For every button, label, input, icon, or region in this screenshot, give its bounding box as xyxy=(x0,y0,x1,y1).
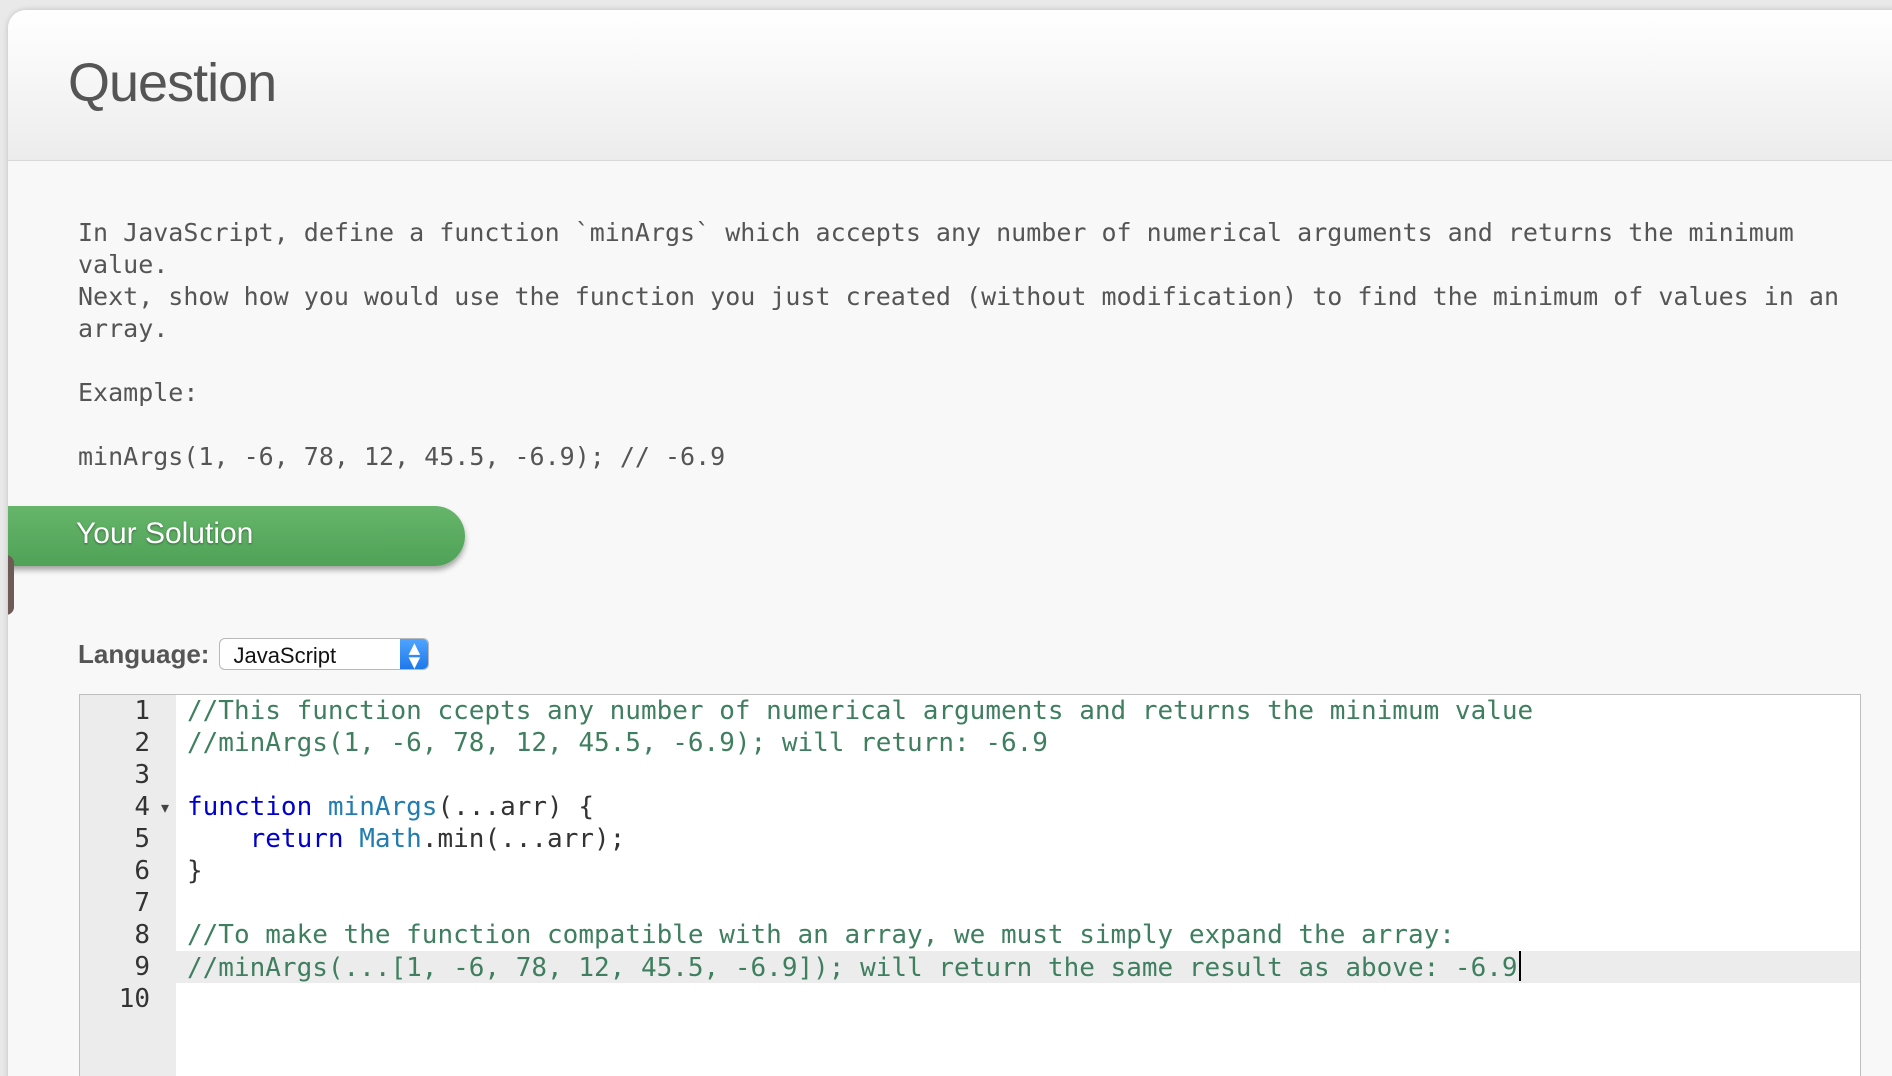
code-token: //minArgs(1, -6, 78, 12, 45.5, -6.9); wi… xyxy=(187,728,1048,758)
select-updown-icon: ▲ ▼ xyxy=(400,639,429,669)
code-line[interactable]: function minArgs(...arr) { xyxy=(187,791,1847,823)
line-number: 10 xyxy=(80,983,176,1015)
fold-caret-icon[interactable]: ▾ xyxy=(161,792,169,824)
your-solution-tab[interactable]: Your Solution xyxy=(8,506,465,566)
line-number-text: 1 xyxy=(134,696,150,726)
code-line[interactable] xyxy=(187,887,1847,919)
code-line[interactable] xyxy=(187,983,1847,1015)
line-number-text: 9 xyxy=(134,952,150,982)
line-number-text: 10 xyxy=(118,984,150,1014)
code-token: return xyxy=(249,824,360,854)
question-description: In JavaScript, define a function `minArg… xyxy=(78,218,1839,471)
line-number: 7 xyxy=(80,887,176,919)
code-token: minArgs xyxy=(327,792,438,822)
your-solution-label: Your Solution xyxy=(76,517,254,550)
code-line[interactable]: //This function ccepts any number of num… xyxy=(187,695,1847,727)
code-token: //To make the function compatible with a… xyxy=(187,920,1455,950)
code-editor[interactable]: 1 2 3 4 ▾ 5 6 7 8 9 10 //This function ccepts any … xyxy=(79,694,1861,1076)
code-token: } xyxy=(187,856,203,886)
line-number-text: 7 xyxy=(134,888,150,918)
code-token: //This function ccepts any number of num… xyxy=(187,696,1534,726)
code-line[interactable]: //To make the function compatible with a… xyxy=(187,919,1847,951)
line-number: 9 xyxy=(80,951,176,983)
code-line[interactable]: //minArgs(1, -6, 78, 12, 45.5, -6.9); wi… xyxy=(187,727,1847,759)
code-token: Math xyxy=(359,824,422,854)
code-line[interactable] xyxy=(187,759,1847,791)
language-selector-row: Language: JavaScript ▲ ▼ xyxy=(78,638,430,670)
language-select[interactable]: JavaScript ▲ ▼ xyxy=(219,638,430,670)
code-token: function xyxy=(187,792,328,822)
code-content[interactable]: //This function ccepts any number of num… xyxy=(187,695,1847,1015)
question-header: Question xyxy=(8,10,1892,161)
code-token: //minArgs(...[1, -6, 78, 12, 45.5, -6.9]… xyxy=(187,953,1518,983)
line-number: 6 xyxy=(80,855,176,887)
question-page: Question In JavaScript, define a functio… xyxy=(8,10,1892,1076)
line-number-text: 8 xyxy=(134,920,150,950)
line-number: 8 xyxy=(80,919,176,951)
language-label: Language: xyxy=(78,638,210,669)
line-number: 4 ▾ xyxy=(80,791,176,823)
line-number-text: 3 xyxy=(134,760,150,790)
code-token: .min(...arr); xyxy=(421,824,626,854)
text-cursor xyxy=(1518,951,1521,981)
language-selected-value: JavaScript xyxy=(233,643,337,668)
code-token: (...arr) { xyxy=(437,792,595,822)
line-number-text: 5 xyxy=(134,824,150,854)
line-number-text: 2 xyxy=(134,728,150,758)
code-line[interactable]: //minArgs(...[1, -6, 78, 12, 45.5, -6.9]… xyxy=(187,951,1847,983)
side-tab-edge[interactable] xyxy=(8,555,14,615)
line-number-text: 4 xyxy=(134,792,150,822)
page-title: Question xyxy=(68,53,277,113)
line-number-column: 1 2 3 4 ▾ 5 6 7 8 9 10 xyxy=(80,695,176,1015)
line-number-text: 6 xyxy=(134,856,150,886)
code-line[interactable]: } xyxy=(187,855,1847,887)
line-number: 2 xyxy=(80,727,176,759)
code-line[interactable]: return Math.min(...arr); xyxy=(187,823,1847,855)
line-number: 5 xyxy=(80,823,176,855)
line-number: 3 xyxy=(80,759,176,791)
line-number: 1 xyxy=(80,695,176,727)
